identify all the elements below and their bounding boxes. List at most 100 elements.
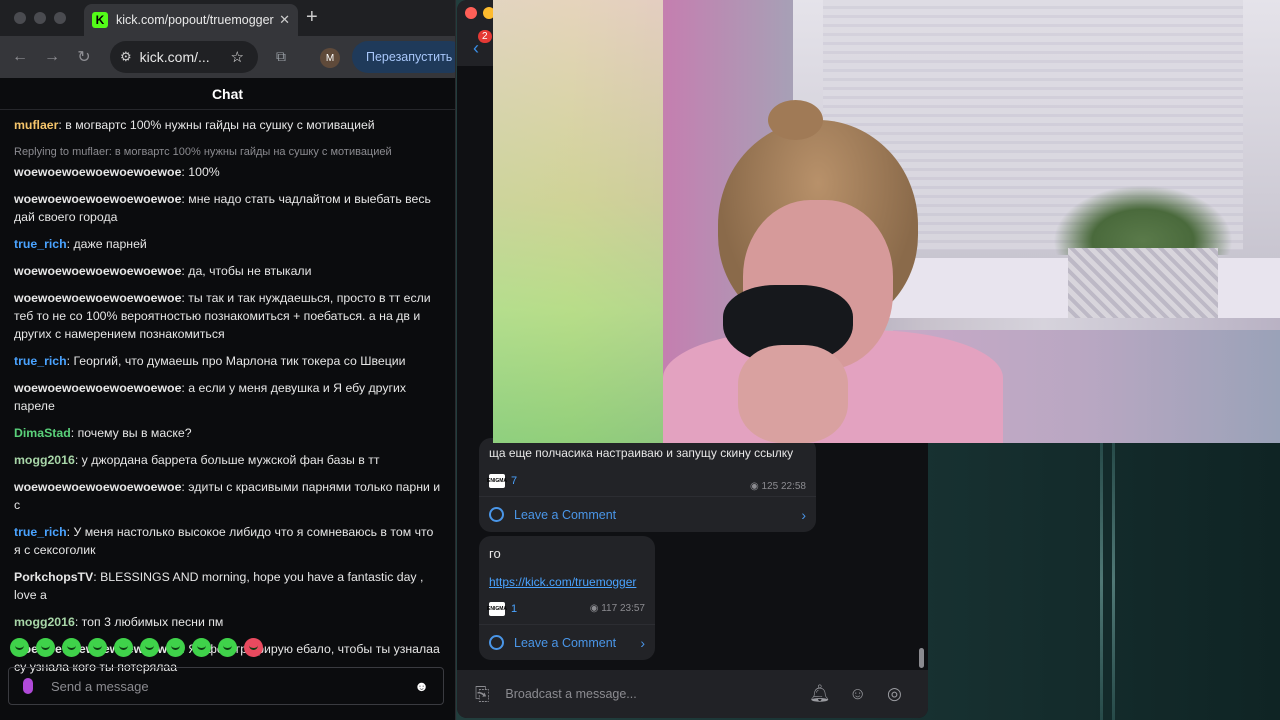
browser-toolbar: ← → ↻ ⚙ kick.com/... ☆ ⧉ M Перезапустить bbox=[0, 36, 455, 78]
chat-username[interactable]: muflaer bbox=[14, 118, 58, 132]
chat-message: DimaStad: почему вы в маске? bbox=[14, 424, 441, 442]
emote-icon[interactable] bbox=[36, 638, 55, 657]
url-text: kick.com/... bbox=[139, 49, 210, 65]
forward-icon[interactable]: → bbox=[36, 48, 68, 66]
sticker-icon[interactable]: ☺ bbox=[849, 684, 866, 704]
reaction-chip[interactable]: ENIGMA 7 bbox=[487, 474, 518, 488]
chat-username[interactable]: mogg2016 bbox=[14, 615, 75, 629]
chat-header: Chat bbox=[0, 78, 455, 110]
chat-username[interactable]: true_rich bbox=[14, 525, 67, 539]
reply-context: Replying to muflaer: в могвартс 100% нуж… bbox=[14, 146, 392, 158]
emote-heart-eyes-icon[interactable] bbox=[244, 638, 263, 657]
channel-post: ща еще полчасика настраиваю и запущу ски… bbox=[479, 438, 816, 532]
new-tab-button[interactable]: + bbox=[306, 6, 318, 29]
chat-username[interactable]: woewoewoewoewoewoewoe bbox=[14, 480, 181, 494]
chat-username[interactable]: mogg2016 bbox=[14, 453, 75, 467]
emote-bar bbox=[10, 638, 263, 657]
post-time: 23:57 bbox=[619, 603, 645, 614]
chat-username[interactable]: woewoewoewoewoewoewoe bbox=[14, 381, 181, 395]
chat-message-text: У меня настолько высокое либидо что я со… bbox=[14, 525, 434, 557]
back-icon[interactable]: ← bbox=[4, 48, 36, 66]
close-window-button[interactable] bbox=[465, 7, 477, 19]
leave-comment-button[interactable]: Leave a Comment › bbox=[479, 496, 816, 532]
profile-avatar[interactable]: M bbox=[320, 48, 340, 68]
chat-message: true_rich: У меня настолько высокое либи… bbox=[14, 523, 441, 559]
reaction-logo-icon: ENIGMA bbox=[487, 602, 507, 616]
chat-username[interactable]: PorkchopsTV bbox=[14, 570, 93, 584]
chat-username[interactable]: true_rich bbox=[14, 354, 67, 368]
emote-icon[interactable] bbox=[114, 638, 133, 657]
emote-icon[interactable] bbox=[192, 638, 211, 657]
address-bar[interactable]: ⚙ kick.com/... ☆ bbox=[110, 41, 258, 73]
chat-username[interactable]: woewoewoewoewoewoewoe bbox=[14, 291, 181, 305]
reload-icon[interactable]: ↻ bbox=[68, 47, 100, 67]
streamer bbox=[663, 100, 1003, 443]
emote-icon[interactable] bbox=[218, 638, 237, 657]
desktop-streak bbox=[1112, 443, 1115, 720]
camera-icon[interactable]: ◎ bbox=[887, 684, 902, 704]
chat-username[interactable]: DimaStad bbox=[14, 426, 71, 440]
desktop-streak bbox=[1100, 443, 1103, 720]
chat-username[interactable]: woewoewoewoewoewoewoe bbox=[14, 264, 181, 278]
chat-input[interactable]: Send a message ☻ bbox=[8, 667, 444, 705]
chat-message-list[interactable]: muflaer: в могвартс 100% нужны гайды на … bbox=[0, 110, 455, 676]
chat-message-text: Георгий, что думаешь про Марлона тик ток… bbox=[73, 354, 406, 368]
back-arrow-icon[interactable]: ‹ bbox=[473, 38, 479, 59]
broadcast-input[interactable]: Broadcast a message... bbox=[505, 687, 636, 701]
emote-icon[interactable] bbox=[10, 638, 29, 657]
chevron-right-icon: › bbox=[640, 634, 645, 651]
bookmark-star-icon[interactable]: ☆ bbox=[231, 48, 244, 66]
post-link[interactable]: https://kick.com/truemogger bbox=[479, 575, 646, 589]
extensions-icon[interactable]: ⧉ bbox=[276, 48, 286, 65]
streamer-hair-bun bbox=[768, 100, 823, 140]
leave-comment-label: Leave a Comment bbox=[514, 635, 617, 650]
chat-message-text: почему вы в маске? bbox=[77, 426, 192, 440]
emote-icon[interactable] bbox=[88, 638, 107, 657]
tab-title: kick.com/popout/truemogger bbox=[116, 13, 274, 27]
reaction-logo-icon: ENIGMA bbox=[487, 474, 507, 488]
notifications-bell-icon[interactable]: 🔔︎ bbox=[809, 684, 831, 704]
reaction-count: 1 bbox=[511, 603, 518, 615]
username-separator: : bbox=[74, 453, 82, 467]
emote-icon[interactable] bbox=[166, 638, 185, 657]
reaction-count: 7 bbox=[511, 475, 518, 487]
post-meta: ◉ 117 23:57 bbox=[590, 603, 645, 614]
chat-message-text: да, чтобы не втыкали bbox=[188, 264, 312, 278]
plant bbox=[1053, 185, 1233, 255]
chat-message-text: в могвартс 100% нужны гайды на сушку с м… bbox=[65, 118, 375, 132]
browser-window: K kick.com/popout/truemogger ✕ + ← → ↻ ⚙… bbox=[0, 0, 456, 720]
tab-close-icon[interactable]: ✕ bbox=[279, 12, 290, 28]
close-window-button[interactable] bbox=[14, 12, 26, 24]
minimize-window-button[interactable] bbox=[34, 12, 46, 24]
comment-bubble-icon bbox=[489, 635, 504, 650]
chat-message: woewoewoewoewoewoewoe: да, чтобы не втык… bbox=[14, 262, 441, 280]
emoji-picker-icon[interactable]: ☻ bbox=[414, 678, 429, 694]
chat-message: mogg2016: топ 3 любимых песни пм bbox=[14, 613, 441, 631]
attach-paperclip-icon[interactable]: ⎘ bbox=[475, 684, 489, 705]
emote-icon[interactable] bbox=[62, 638, 81, 657]
chat-username[interactable]: woewoewoewoewoewoewoe bbox=[14, 165, 181, 179]
chat-message: mogg2016: у джордана баррета больше мужс… bbox=[14, 451, 441, 469]
post-views: 125 bbox=[761, 481, 779, 492]
leave-comment-button[interactable]: Leave a Comment › bbox=[479, 624, 655, 660]
post-meta: ◉ 125 22:58 bbox=[750, 481, 806, 492]
views-eye-icon: ◉ bbox=[589, 603, 599, 614]
emote-icon[interactable] bbox=[140, 638, 159, 657]
broadcast-input-bar: ⎘ Broadcast a message... 🔔︎ ☺ ◎ bbox=[457, 670, 928, 718]
relaunch-button[interactable]: Перезапустить bbox=[352, 41, 455, 73]
window-controls bbox=[465, 7, 495, 19]
feed-scrollbar[interactable] bbox=[919, 648, 924, 668]
leave-comment-label: Leave a Comment bbox=[514, 507, 617, 522]
views-eye-icon: ◉ bbox=[749, 481, 759, 492]
microphone-icon[interactable] bbox=[23, 678, 33, 694]
chat-message-text: топ 3 любимых песни пм bbox=[81, 615, 224, 629]
chat-username[interactable]: true_rich bbox=[14, 237, 67, 251]
username-separator: : bbox=[74, 615, 82, 629]
chat-message-text: у джордана баррета больше мужской фан ба… bbox=[81, 453, 380, 467]
window-controls bbox=[14, 12, 66, 24]
browser-tab[interactable]: K kick.com/popout/truemogger ✕ bbox=[84, 4, 298, 36]
site-info-icon[interactable]: ⚙ bbox=[120, 49, 132, 65]
chat-username[interactable]: woewoewoewoewoewoewoe bbox=[14, 192, 181, 206]
reaction-chip[interactable]: ENIGMA 1 bbox=[487, 602, 518, 616]
zoom-window-button[interactable] bbox=[54, 12, 66, 24]
